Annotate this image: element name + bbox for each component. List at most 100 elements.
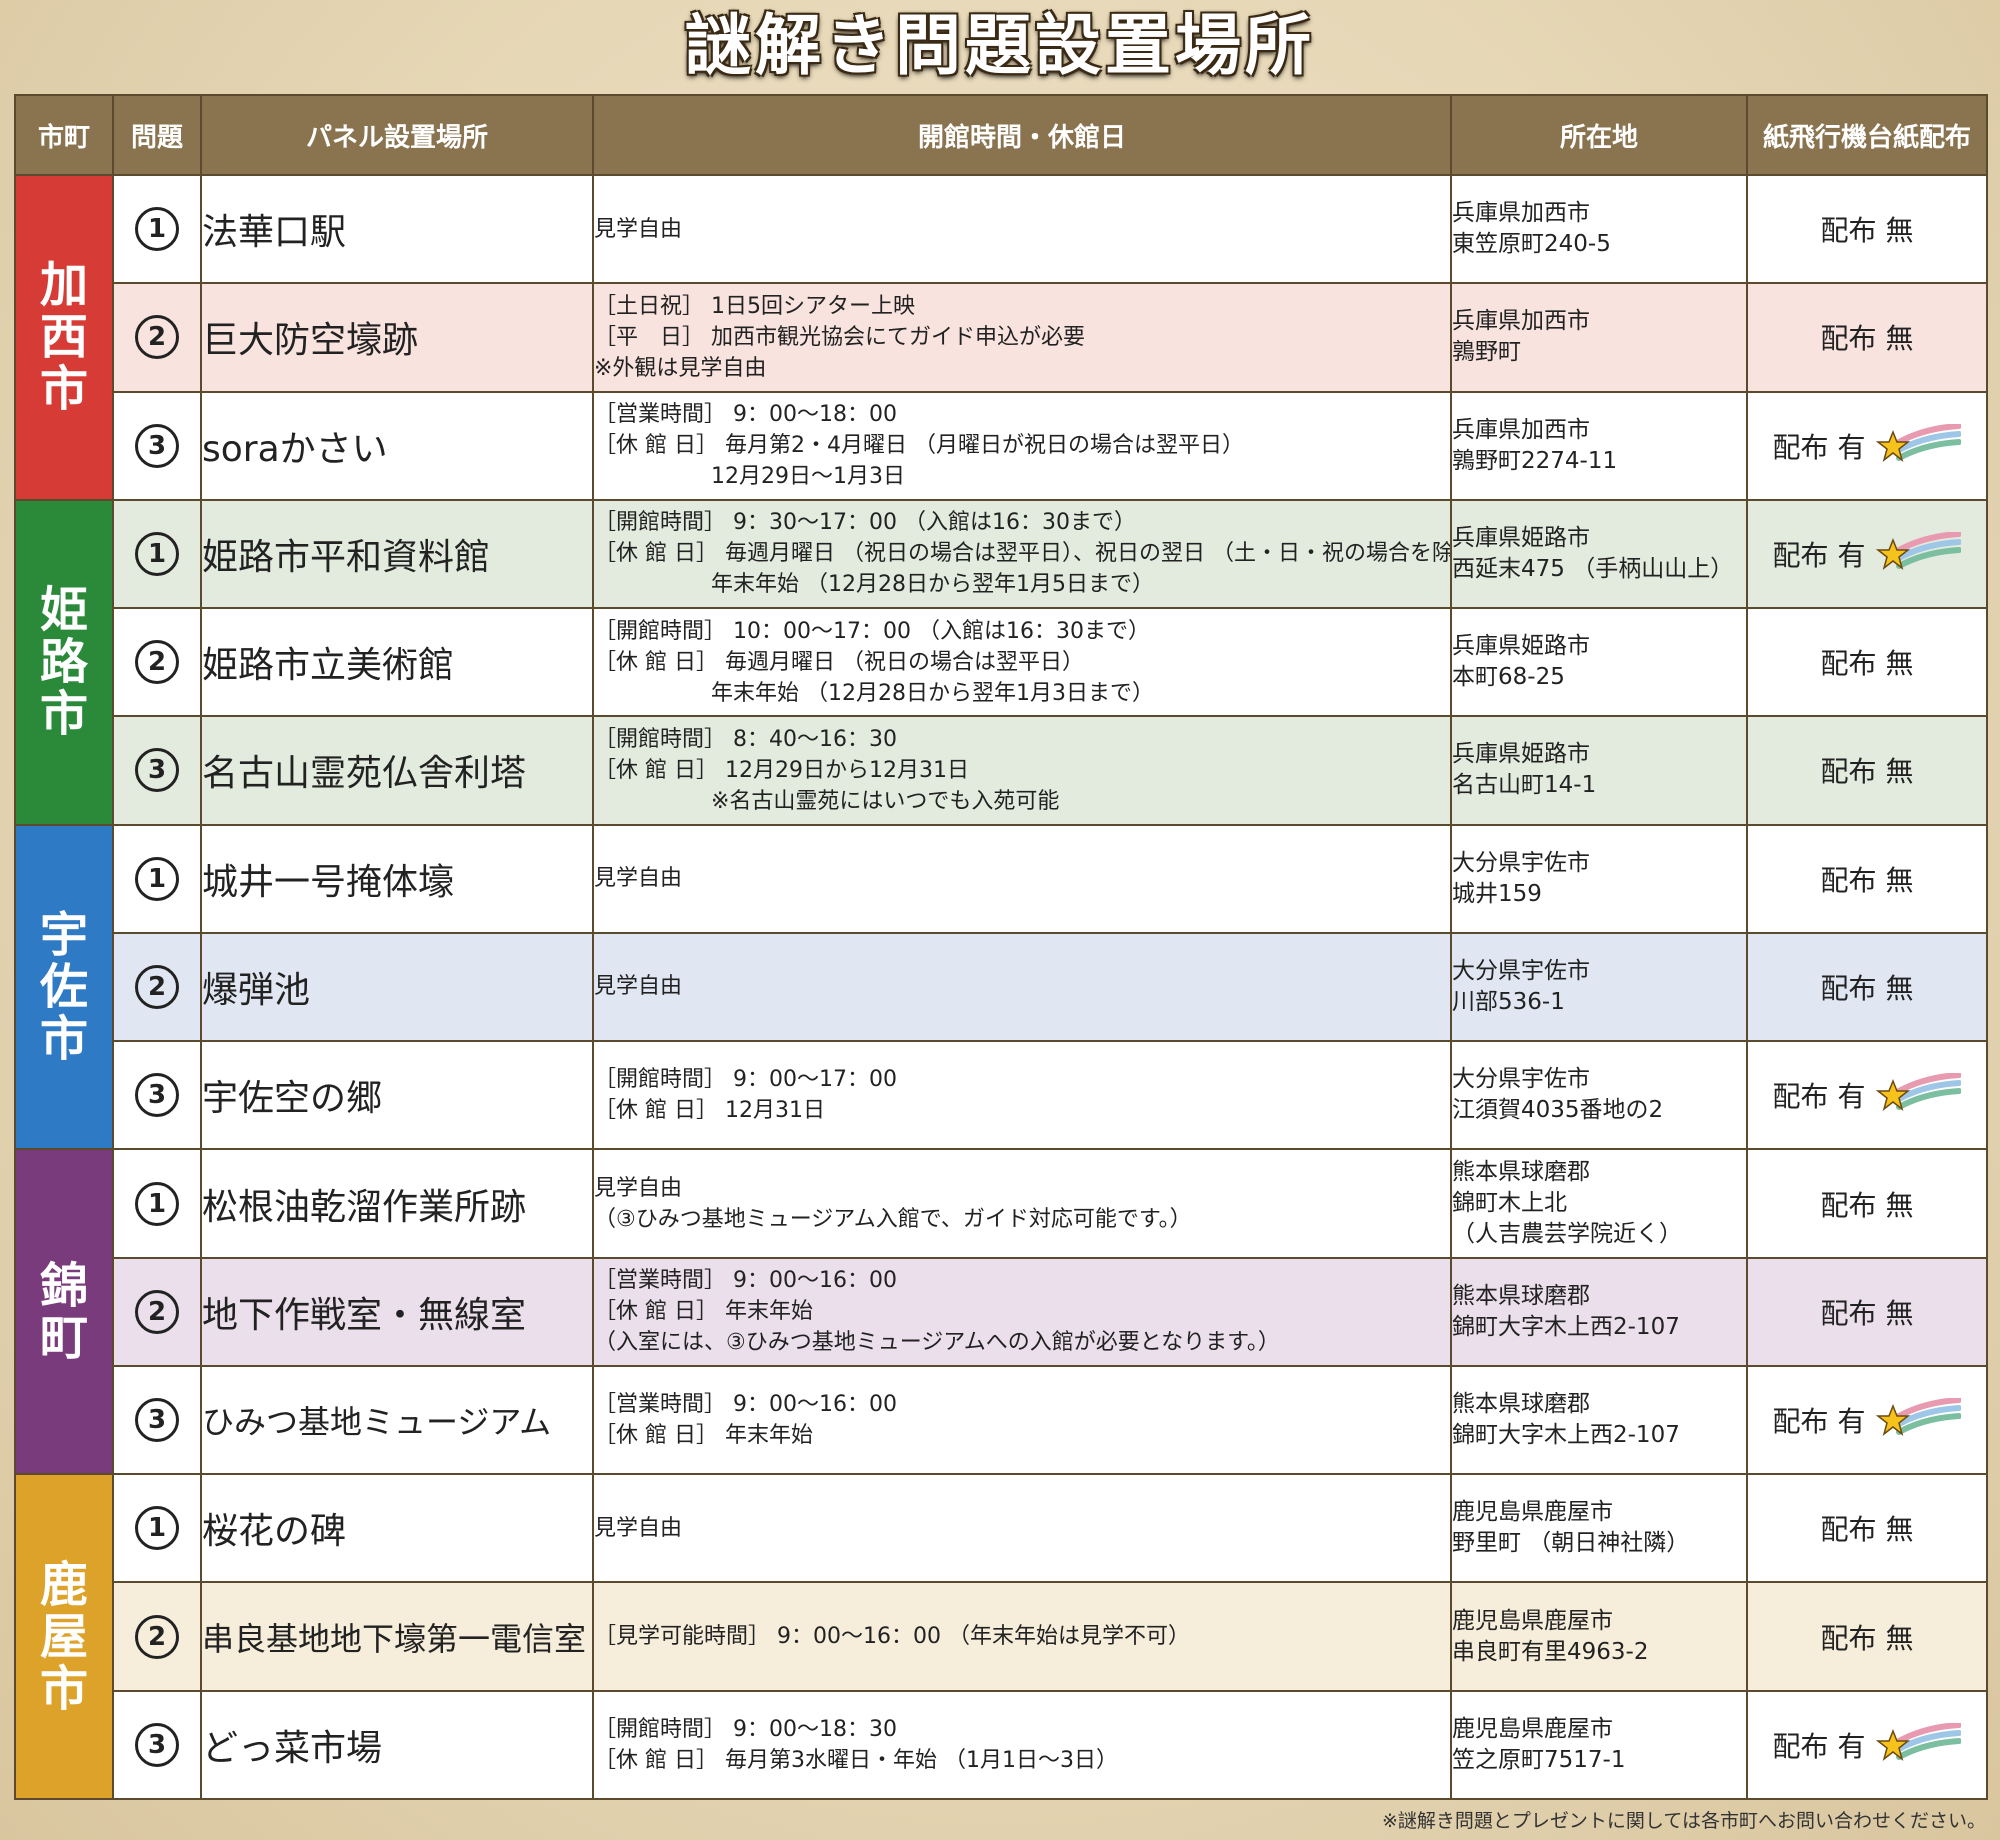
problem-number-badge: 1	[135, 856, 179, 901]
panel-location: soraかさい	[200, 390, 594, 501]
table-row: 2 爆弾池 見学自由 大分県宇佐市 川部536-1 配布 無	[15, 931, 1988, 1043]
address: 鹿児島県鹿屋市 笠之原町7517-1	[1450, 1689, 1748, 1801]
address: 大分県宇佐市 川部536-1	[1450, 931, 1748, 1043]
panel-location: 巨大防空壕跡	[200, 282, 594, 393]
city-label: 鹿屋市	[14, 1473, 114, 1800]
distribution-text: 配布 無	[1820, 214, 1914, 248]
problem-number-badge: 3	[135, 1398, 179, 1443]
problem-number-badge: 2	[135, 964, 179, 1009]
footnote: ※謎解き問題とプレゼントに関しては各市町へお問い合わせください。	[1382, 1810, 1986, 1832]
address: 熊本県球磨郡 錦町木上北 （人吉農芸学院近く）	[1450, 1148, 1748, 1259]
distribution-wrap: 配布 無	[1821, 209, 1914, 249]
table-row: 2 地下作戦室・無線室 ［営業時間］ 9：00～16：00 ［休 館 日］ 年末年始…	[15, 1256, 1988, 1367]
city-label: 錦町	[14, 1148, 114, 1476]
table-row: 3 宇佐空の郷 ［開館時間］ 9：00～17：00 ［休 館 日］ 12月31日 大分…	[15, 1040, 1988, 1151]
shooting-star-icon	[1876, 1722, 1962, 1761]
problem-number: 3	[112, 390, 202, 501]
distribution-wrap: 配布 無	[1821, 642, 1914, 682]
problem-number: 1	[112, 823, 202, 934]
distribution-text: 配布 有	[1772, 1729, 1866, 1763]
shooting-star-icon	[1876, 423, 1962, 462]
distribution-text: 配布 無	[1820, 1296, 1914, 1330]
address: 熊本県球磨郡 錦町大字木上西2-107	[1450, 1256, 1748, 1367]
address: 熊本県球磨郡 錦町大字木上西2-107	[1450, 1364, 1748, 1476]
distribution-status: 配布 無	[1746, 931, 1988, 1043]
page: 謎解き問題設置場所 市町 問題 パネル設置場所 開館時間・休館日 所在地 紙飛行…	[0, 0, 2000, 1840]
opening-hours: 見学自由	[592, 931, 1452, 1043]
panel-location: 城井一号掩体壕	[200, 823, 594, 934]
header-place: パネル設置場所	[200, 94, 594, 176]
panel-location: 姫路市平和資料館	[200, 498, 594, 610]
address: 兵庫県姫路市 西延末475 （手柄山山上）	[1450, 498, 1748, 610]
distribution-wrap: 配布 無	[1821, 317, 1914, 357]
table-row: 宇佐市 1 城井一号掩体壕 見学自由 大分県宇佐市 城井159 配布 無	[14, 823, 1988, 1151]
problem-number: 1	[112, 498, 202, 610]
opening-hours: ［営業時間］ 9：00～18：00 ［休 館 日］ 毎月第2・4月曜日 （月曜日…	[592, 390, 1452, 501]
distribution-status: 配布 無	[1746, 173, 1988, 285]
table-header-row: 市町 問題 パネル設置場所 開館時間・休館日 所在地 紙飛行機台紙配布	[14, 94, 1988, 176]
city-name: 錦町	[39, 1257, 88, 1366]
header-hours: 開館時間・休館日	[592, 94, 1452, 176]
opening-hours: ［開館時間］ 10：00～17：00 （入館は16：30まで） ［休 館 日］ …	[592, 607, 1452, 718]
distribution-text: 配布 無	[1820, 647, 1914, 681]
opening-hours: ［土日祝］ 1日5回シアター上映 ［平 日］ 加西市観光協会にてガイド申込が必要…	[592, 282, 1452, 393]
opening-hours: ［開館時間］ 8：40～16：30 ［休 館 日］ 12月29日から12月31日…	[592, 715, 1452, 826]
problem-number: 2	[112, 1581, 202, 1692]
page-title: 謎解き問題設置場所	[685, 7, 1315, 84]
panel-location: 宇佐空の郷	[200, 1040, 594, 1151]
distribution-status: 配布 無	[1746, 282, 1988, 393]
distribution-text: 配布 無	[1820, 755, 1914, 789]
panel-location: どっ菜市場	[200, 1689, 594, 1801]
table-row: 2 巨大防空壕跡 ［土日祝］ 1日5回シアター上映 ［平 日］ 加西市観光協会にてガ…	[15, 282, 1988, 393]
problem-number-badge: 3	[135, 423, 179, 468]
distribution-status: 配布 無	[1746, 1148, 1988, 1259]
distribution-text: 配布 有	[1772, 430, 1866, 464]
panel-location: 地下作戦室・無線室	[200, 1256, 594, 1367]
problem-number: 3	[112, 1689, 202, 1801]
city-label: 加西市	[14, 174, 114, 501]
distribution-status: 配布 無	[1746, 823, 1988, 934]
table-row: 3 名古山霊苑仏舎利塔 ［開館時間］ 8：40～16：30 ［休 館 日］ 12月2…	[15, 715, 1988, 826]
distribution-wrap: 配布 無	[1821, 1292, 1914, 1332]
distribution-status: 配布 有	[1746, 1040, 1988, 1151]
address: 兵庫県加西市 鶉野町	[1450, 282, 1748, 393]
distribution-wrap: 配布 有	[1772, 1722, 1962, 1767]
city-name: 鹿屋市	[39, 1556, 88, 1717]
opening-hours: ［見学可能時間］ 9：00～16：00 （年末年始は見学不可）	[592, 1581, 1452, 1692]
panel-location: 姫路市立美術館	[200, 607, 594, 718]
header-city: 市町	[14, 94, 114, 176]
problem-number-badge: 2	[135, 1614, 179, 1659]
city-name: 宇佐市	[39, 906, 88, 1067]
distribution-wrap: 配布 無	[1821, 967, 1914, 1007]
city-name: 姫路市	[39, 582, 88, 743]
problem-number-badge: 3	[135, 1073, 179, 1118]
distribution-status: 配布 有	[1746, 1364, 1988, 1476]
distribution-status: 配布 無	[1746, 1581, 1988, 1692]
distribution-status: 配布 有	[1746, 1689, 1988, 1801]
distribution-wrap: 配布 無	[1821, 859, 1914, 899]
problem-number-badge: 2	[135, 1289, 179, 1334]
distribution-text: 配布 有	[1772, 1080, 1866, 1114]
distribution-wrap: 配布 有	[1773, 531, 1962, 576]
distribution-wrap: 配布 無	[1821, 750, 1914, 790]
header-number: 問題	[112, 94, 202, 176]
opening-hours: 見学自由	[592, 823, 1452, 934]
problem-number: 2	[112, 607, 202, 718]
distribution-wrap: 配布 有	[1772, 423, 1962, 468]
problem-number: 2	[112, 931, 202, 1043]
panel-location: 桜花の碑	[200, 1473, 594, 1584]
panel-location: 松根油乾溜作業所跡	[200, 1148, 594, 1259]
distribution-text: 配布 無	[1820, 322, 1914, 356]
distribution-text: 配布 有	[1772, 1405, 1866, 1439]
address: 鹿児島県鹿屋市 串良町有里4963-2	[1450, 1581, 1748, 1692]
table-row: 姫路市 1 姫路市平和資料館 ［開館時間］ 9：30～17：00 （入館は16：30ま…	[14, 498, 1988, 826]
address: 兵庫県姫路市 本町68-25	[1450, 607, 1748, 718]
distribution-text: 配布 無	[1820, 971, 1914, 1005]
distribution-status: 配布 無	[1746, 1256, 1988, 1367]
distribution-wrap: 配布 有	[1773, 1398, 1962, 1442]
address: 兵庫県加西市 鶉野町2274-11	[1450, 390, 1748, 501]
city-label: 姫路市	[14, 498, 114, 826]
problem-number: 1	[112, 173, 202, 285]
distribution-wrap: 配布 無	[1821, 1508, 1914, 1548]
table-row: 3 どっ菜市場 ［開館時間］ 9：00～18：30 ［休 館 日］ 毎月第3水曜日・…	[15, 1689, 1988, 1801]
